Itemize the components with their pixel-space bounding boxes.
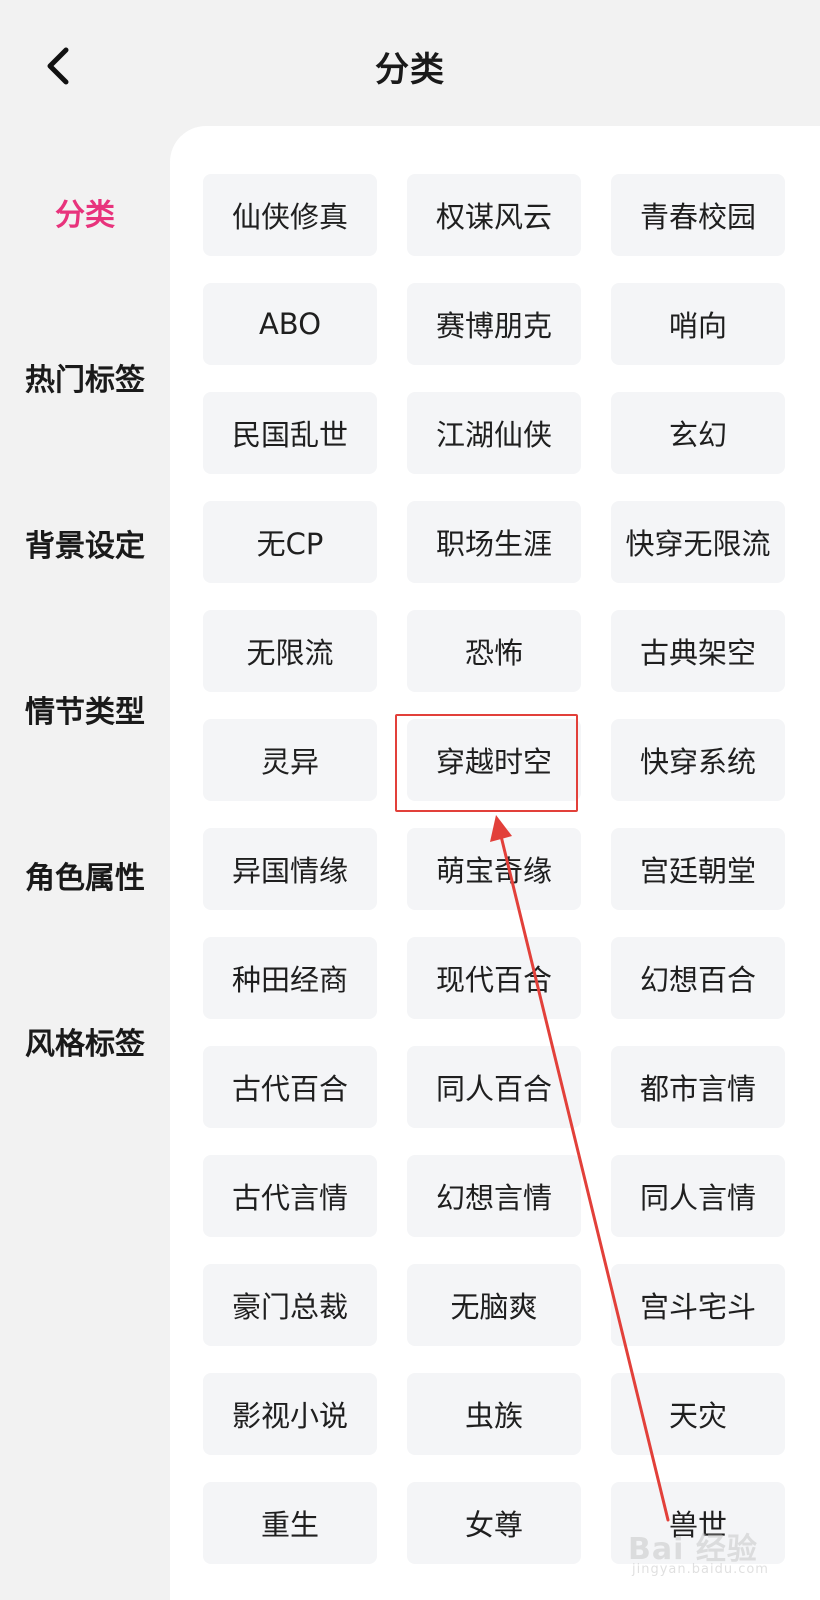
tag-item[interactable]: 赛博朋克 <box>407 283 581 365</box>
sidebar-item-character-attributes[interactable]: 角色属性 <box>0 853 170 897</box>
sidebar-item-background-setting[interactable]: 背景设定 <box>0 521 170 565</box>
watermark-logo: Bai 经验 jingyan.baidu.com <box>628 1524 778 1584</box>
tag-item[interactable]: 古代百合 <box>203 1046 377 1128</box>
sidebar-item-plot-type[interactable]: 情节类型 <box>0 687 170 731</box>
annotation-highlight-box <box>395 714 578 812</box>
sidebar-item-style-tags[interactable]: 风格标签 <box>0 1019 170 1063</box>
tag-item[interactable]: 重生 <box>203 1482 377 1564</box>
tag-item[interactable]: 古代言情 <box>203 1155 377 1237</box>
tag-item[interactable]: 现代百合 <box>407 937 581 1019</box>
tag-item[interactable]: 异国情缘 <box>203 828 377 910</box>
page-title: 分类 <box>375 50 445 90</box>
tag-item[interactable]: ABO <box>203 283 377 365</box>
tag-item[interactable]: 江湖仙侠 <box>407 392 581 474</box>
tag-item[interactable]: 天灾 <box>611 1373 785 1455</box>
tag-item[interactable]: 仙侠修真 <box>203 174 377 256</box>
tag-item[interactable]: 恐怖 <box>407 610 581 692</box>
tag-item[interactable]: 古典架空 <box>611 610 785 692</box>
tag-item[interactable]: 同人百合 <box>407 1046 581 1128</box>
tag-item[interactable]: 玄幻 <box>611 392 785 474</box>
tag-item[interactable]: 哨向 <box>611 283 785 365</box>
tag-item[interactable]: 幻想言情 <box>407 1155 581 1237</box>
tag-item[interactable]: 民国乱世 <box>203 392 377 474</box>
tag-item[interactable]: 宫廷朝堂 <box>611 828 785 910</box>
tag-item[interactable]: 无限流 <box>203 610 377 692</box>
tag-item[interactable]: 职场生涯 <box>407 501 581 583</box>
tag-item[interactable]: 同人言情 <box>611 1155 785 1237</box>
tag-item[interactable]: 豪门总裁 <box>203 1264 377 1346</box>
tag-item[interactable]: 灵异 <box>203 719 377 801</box>
tag-item[interactable]: 影视小说 <box>203 1373 377 1455</box>
tag-item[interactable]: 快穿无限流 <box>611 501 785 583</box>
tag-item[interactable]: 种田经商 <box>203 937 377 1019</box>
header-bar: 分类 <box>0 0 820 130</box>
category-sidebar: 分类 热门标签 背景设定 情节类型 角色属性 风格标签 <box>0 130 170 1600</box>
tag-item[interactable]: 无脑爽 <box>407 1264 581 1346</box>
sidebar-item-category[interactable]: 分类 <box>0 190 170 234</box>
watermark-url: jingyan.baidu.com <box>632 1562 769 1577</box>
tag-item[interactable]: 青春校园 <box>611 174 785 256</box>
tag-item[interactable]: 女尊 <box>407 1482 581 1564</box>
tag-item[interactable]: 宫斗宅斗 <box>611 1264 785 1346</box>
tag-item[interactable]: 快穿系统 <box>611 719 785 801</box>
tag-item[interactable]: 无CP <box>203 501 377 583</box>
tag-item[interactable]: 萌宝奇缘 <box>407 828 581 910</box>
tag-item[interactable]: 都市言情 <box>611 1046 785 1128</box>
tag-item[interactable]: 权谋风云 <box>407 174 581 256</box>
tag-item[interactable]: 虫族 <box>407 1373 581 1455</box>
sidebar-item-hot-tags[interactable]: 热门标签 <box>0 355 170 399</box>
tag-item[interactable]: 幻想百合 <box>611 937 785 1019</box>
